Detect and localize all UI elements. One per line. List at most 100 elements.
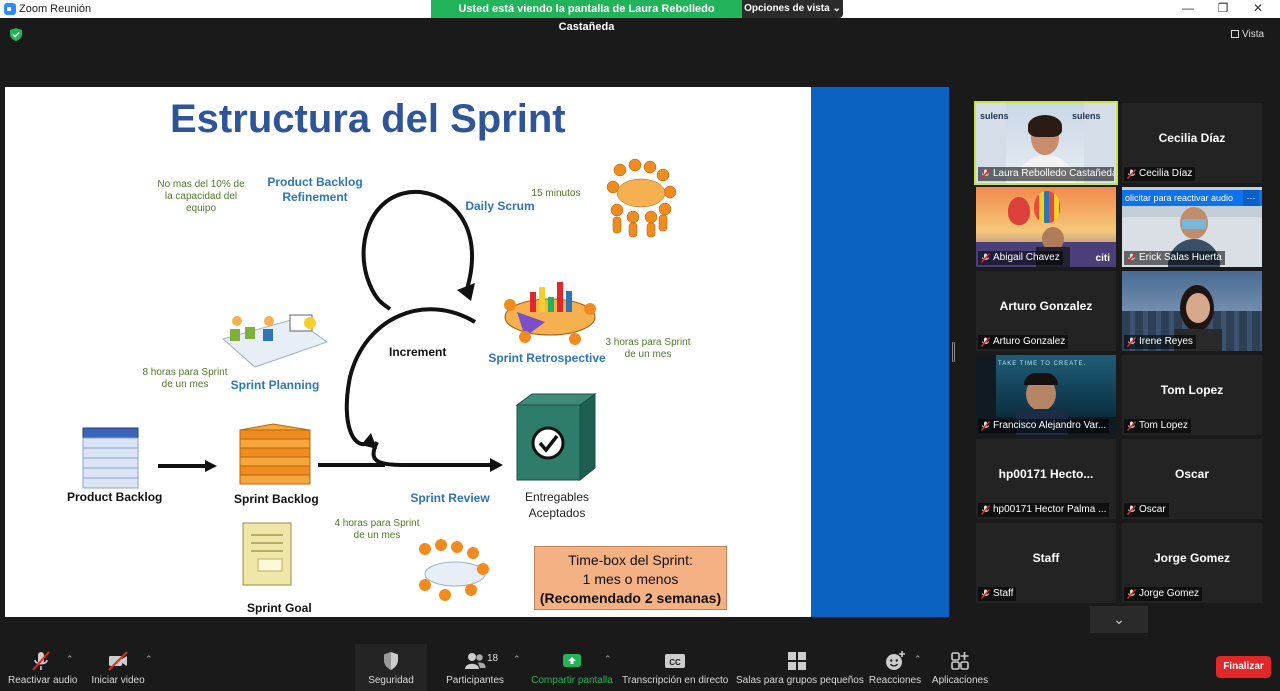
muted-microphone-icon: [981, 253, 990, 263]
product-backlog-refinement-label: Product Backlog Refinement: [267, 175, 363, 204]
muted-microphone-icon: [981, 505, 990, 515]
participant-tile[interactable]: Arturo Gonzalez Arturo Gonzalez: [976, 271, 1116, 351]
participant-name: Oscar: [1174, 467, 1210, 481]
muted-microphone-icon: [981, 421, 990, 431]
participant-label: Francisco Alejandro Var...: [978, 419, 1110, 433]
participant-name: Staff: [1032, 551, 1060, 565]
sprint-goal-document-icon: [242, 522, 292, 586]
muted-microphone-icon: [981, 589, 990, 599]
maximize-button[interactable]: ❐: [1206, 0, 1240, 18]
sprint-goal-label: Sprint Goal: [247, 601, 312, 615]
video-camera-off-icon: [108, 651, 128, 671]
shared-screen-slide: Estructura del Sprint No mas del 10% de l…: [5, 87, 811, 617]
share-screen-icon: [563, 654, 581, 667]
participant-name: Cecilia Díaz: [1158, 131, 1226, 145]
sprint-flow-arrowhead: [490, 458, 503, 472]
daily-scrum-label: Daily Scrum: [465, 199, 535, 213]
panel-splitter-handle[interactable]: [952, 342, 955, 362]
apps-button[interactable]: Aplicaciones: [930, 650, 990, 686]
participant-tile[interactable]: hp00171 Hecto... hp00171 Hector Palma ...: [976, 439, 1116, 519]
slide-title: Estructura del Sprint: [170, 97, 566, 141]
increment-loop-arrow: [344, 307, 477, 446]
grid-view-icon: [1231, 30, 1239, 38]
smiley-face-icon: [886, 651, 905, 670]
closed-captions-icon: CC: [665, 654, 685, 668]
start-video-button[interactable]: Iniciar video: [88, 650, 148, 686]
citi-logo: citi: [1095, 253, 1110, 264]
muted-microphone-icon: [981, 169, 990, 179]
live-transcription-button[interactable]: CC Transcripción en directo: [622, 650, 728, 686]
muted-microphone-icon: [1127, 589, 1136, 599]
muted-microphone-icon: [1127, 169, 1136, 179]
security-label: Seguridad: [368, 675, 414, 686]
breakout-rooms-icon: [788, 652, 806, 670]
accepted-deliverables-box-icon: [515, 393, 597, 482]
sulens-logo: sulens: [1072, 111, 1101, 121]
participant-name: hp00171 Hecto...: [998, 467, 1094, 481]
background-banner-text: TAKE TIME TO CREATE.: [998, 361, 1087, 367]
muted-microphone-icon: [981, 337, 990, 347]
close-button[interactable]: ✕: [1241, 0, 1275, 18]
participant-tile[interactable]: Irene Reyes: [1122, 271, 1262, 351]
chevron-down-icon: ⌄: [832, 3, 841, 14]
reactivate-audio-tooltip[interactable]: olicitar para reactivar audio ⋯: [1122, 190, 1262, 206]
more-options-icon[interactable]: ⋯: [1243, 190, 1259, 206]
unmute-label: Reactivar audio: [8, 675, 78, 686]
review-note: 4 horas para Sprint de un mes: [334, 518, 420, 541]
view-options-button[interactable]: Opciones de vista ⌄: [742, 0, 843, 18]
sprint-planning-team-icon: [221, 314, 329, 368]
participant-label: Staff: [978, 587, 1017, 601]
sprint-flow-arrow: [371, 441, 490, 468]
participant-tile[interactable]: Staff Staff: [976, 523, 1116, 603]
muted-microphone-icon: [1127, 337, 1136, 347]
participant-label: hp00171 Hector Palma ...: [978, 503, 1110, 517]
planning-note: 8 horas para Sprint de un mes: [142, 367, 228, 390]
daily-scrum-loop-arrow: [361, 189, 475, 311]
meeting-toolbar: Reactivar audio ⌃ Iniciar video ⌃ Seguri…: [0, 636, 1280, 691]
reactions-label: Reacciones: [868, 675, 922, 686]
participants-options-caret[interactable]: ⌃: [513, 654, 521, 665]
view-button-label: Vista: [1242, 29, 1265, 40]
participant-label: Arturo Gonzalez: [978, 335, 1069, 349]
audio-options-caret[interactable]: ⌃: [66, 654, 74, 665]
view-button[interactable]: Vista: [1231, 27, 1273, 43]
participant-tile[interactable]: Jorge Gomez Jorge Gomez: [1122, 523, 1262, 603]
minimize-button[interactable]: —: [1171, 0, 1205, 18]
retrospective-note: 3 horas para Sprint de un mes: [605, 337, 691, 360]
svg-text:CC: CC: [669, 658, 681, 667]
reactivate-audio-text: olicitar para reactivar audio: [1125, 193, 1234, 203]
gallery-next-page-button[interactable]: ⌄: [1090, 606, 1148, 633]
participants-icon: [465, 653, 486, 669]
reactions-options-caret[interactable]: ⌃: [914, 654, 922, 665]
zoom-window: Zoom Reunión Usted está viendo la pantal…: [0, 0, 1280, 691]
participant-tile[interactable]: Cecilia Díaz Cecilia Díaz: [1122, 103, 1262, 183]
encryption-shield-icon[interactable]: [10, 28, 22, 41]
daily-scrum-team-icon: [606, 158, 677, 238]
sprint-retrospective-label: Sprint Retrospective: [488, 351, 606, 365]
participant-tile[interactable]: Oscar Oscar: [1122, 439, 1262, 519]
share-screen-button[interactable]: Compartir pantalla: [530, 650, 614, 686]
breakout-rooms-button[interactable]: Salas para grupos pequeños: [736, 650, 864, 686]
participant-tile[interactable]: Abigail Chavez citi: [976, 187, 1116, 267]
participant-label: Oscar: [1124, 503, 1169, 517]
participant-tile[interactable]: Laura Rebolledo Castañeda sulens sulens: [974, 101, 1118, 185]
live-transcription-label: Transcripción en directo: [622, 675, 729, 686]
zoom-logo-icon: [4, 3, 16, 15]
end-meeting-button[interactable]: Finalizar: [1216, 656, 1271, 678]
chevron-down-icon: ⌄: [1113, 611, 1125, 627]
participant-tile[interactable]: Francisco Alejandro Var... TAKE TIME TO C…: [976, 355, 1116, 435]
muted-microphone-icon: [1127, 505, 1136, 515]
video-options-caret[interactable]: ⌃: [145, 654, 153, 665]
sprint-review-label: Sprint Review: [410, 491, 490, 505]
share-options-caret[interactable]: ⌃: [604, 654, 612, 665]
participant-name: Arturo Gonzalez: [999, 299, 1093, 313]
timebox-callout: Time-box del Sprint: 1 mes o menos (Reco…: [534, 546, 727, 610]
sprint-planning-label: Sprint Planning: [230, 378, 320, 392]
unmute-button[interactable]: Reactivar audio: [8, 650, 78, 686]
apps-label: Aplicaciones: [931, 675, 989, 686]
participant-label: Tom Lopez: [1124, 419, 1191, 433]
participant-tile[interactable]: Tom Lopez Tom Lopez: [1122, 355, 1262, 435]
product-backlog-label: Product Backlog: [67, 490, 163, 504]
participants-count-badge: 18: [487, 653, 499, 664]
security-button[interactable]: Seguridad: [360, 650, 422, 686]
